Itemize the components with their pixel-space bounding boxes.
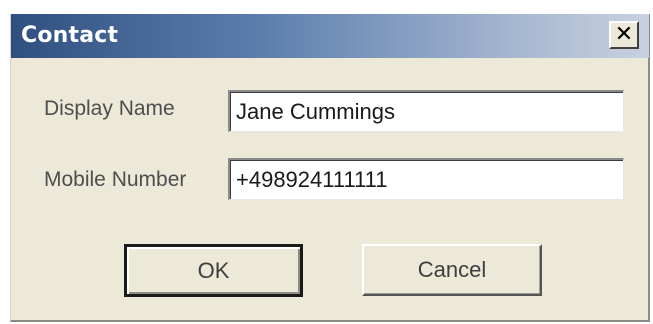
cancel-button[interactable]: Cancel: [362, 244, 542, 296]
ok-button-label: OK: [197, 257, 230, 283]
close-button[interactable]: ✕: [609, 21, 639, 49]
display-name-field[interactable]: [228, 90, 624, 132]
window-title: Contact: [21, 23, 119, 48]
mobile-number-field[interactable]: [228, 158, 624, 200]
contact-dialog: Contact ✕ Display Name Mobile Number OK …: [10, 14, 650, 322]
title-bar[interactable]: Contact ✕: [11, 14, 649, 58]
display-name-label: Display Name: [44, 97, 175, 120]
close-icon: ✕: [614, 22, 634, 47]
cancel-button-label: Cancel: [417, 257, 487, 282]
mobile-number-label: Mobile Number: [44, 168, 187, 191]
ok-button[interactable]: OK: [124, 244, 303, 297]
